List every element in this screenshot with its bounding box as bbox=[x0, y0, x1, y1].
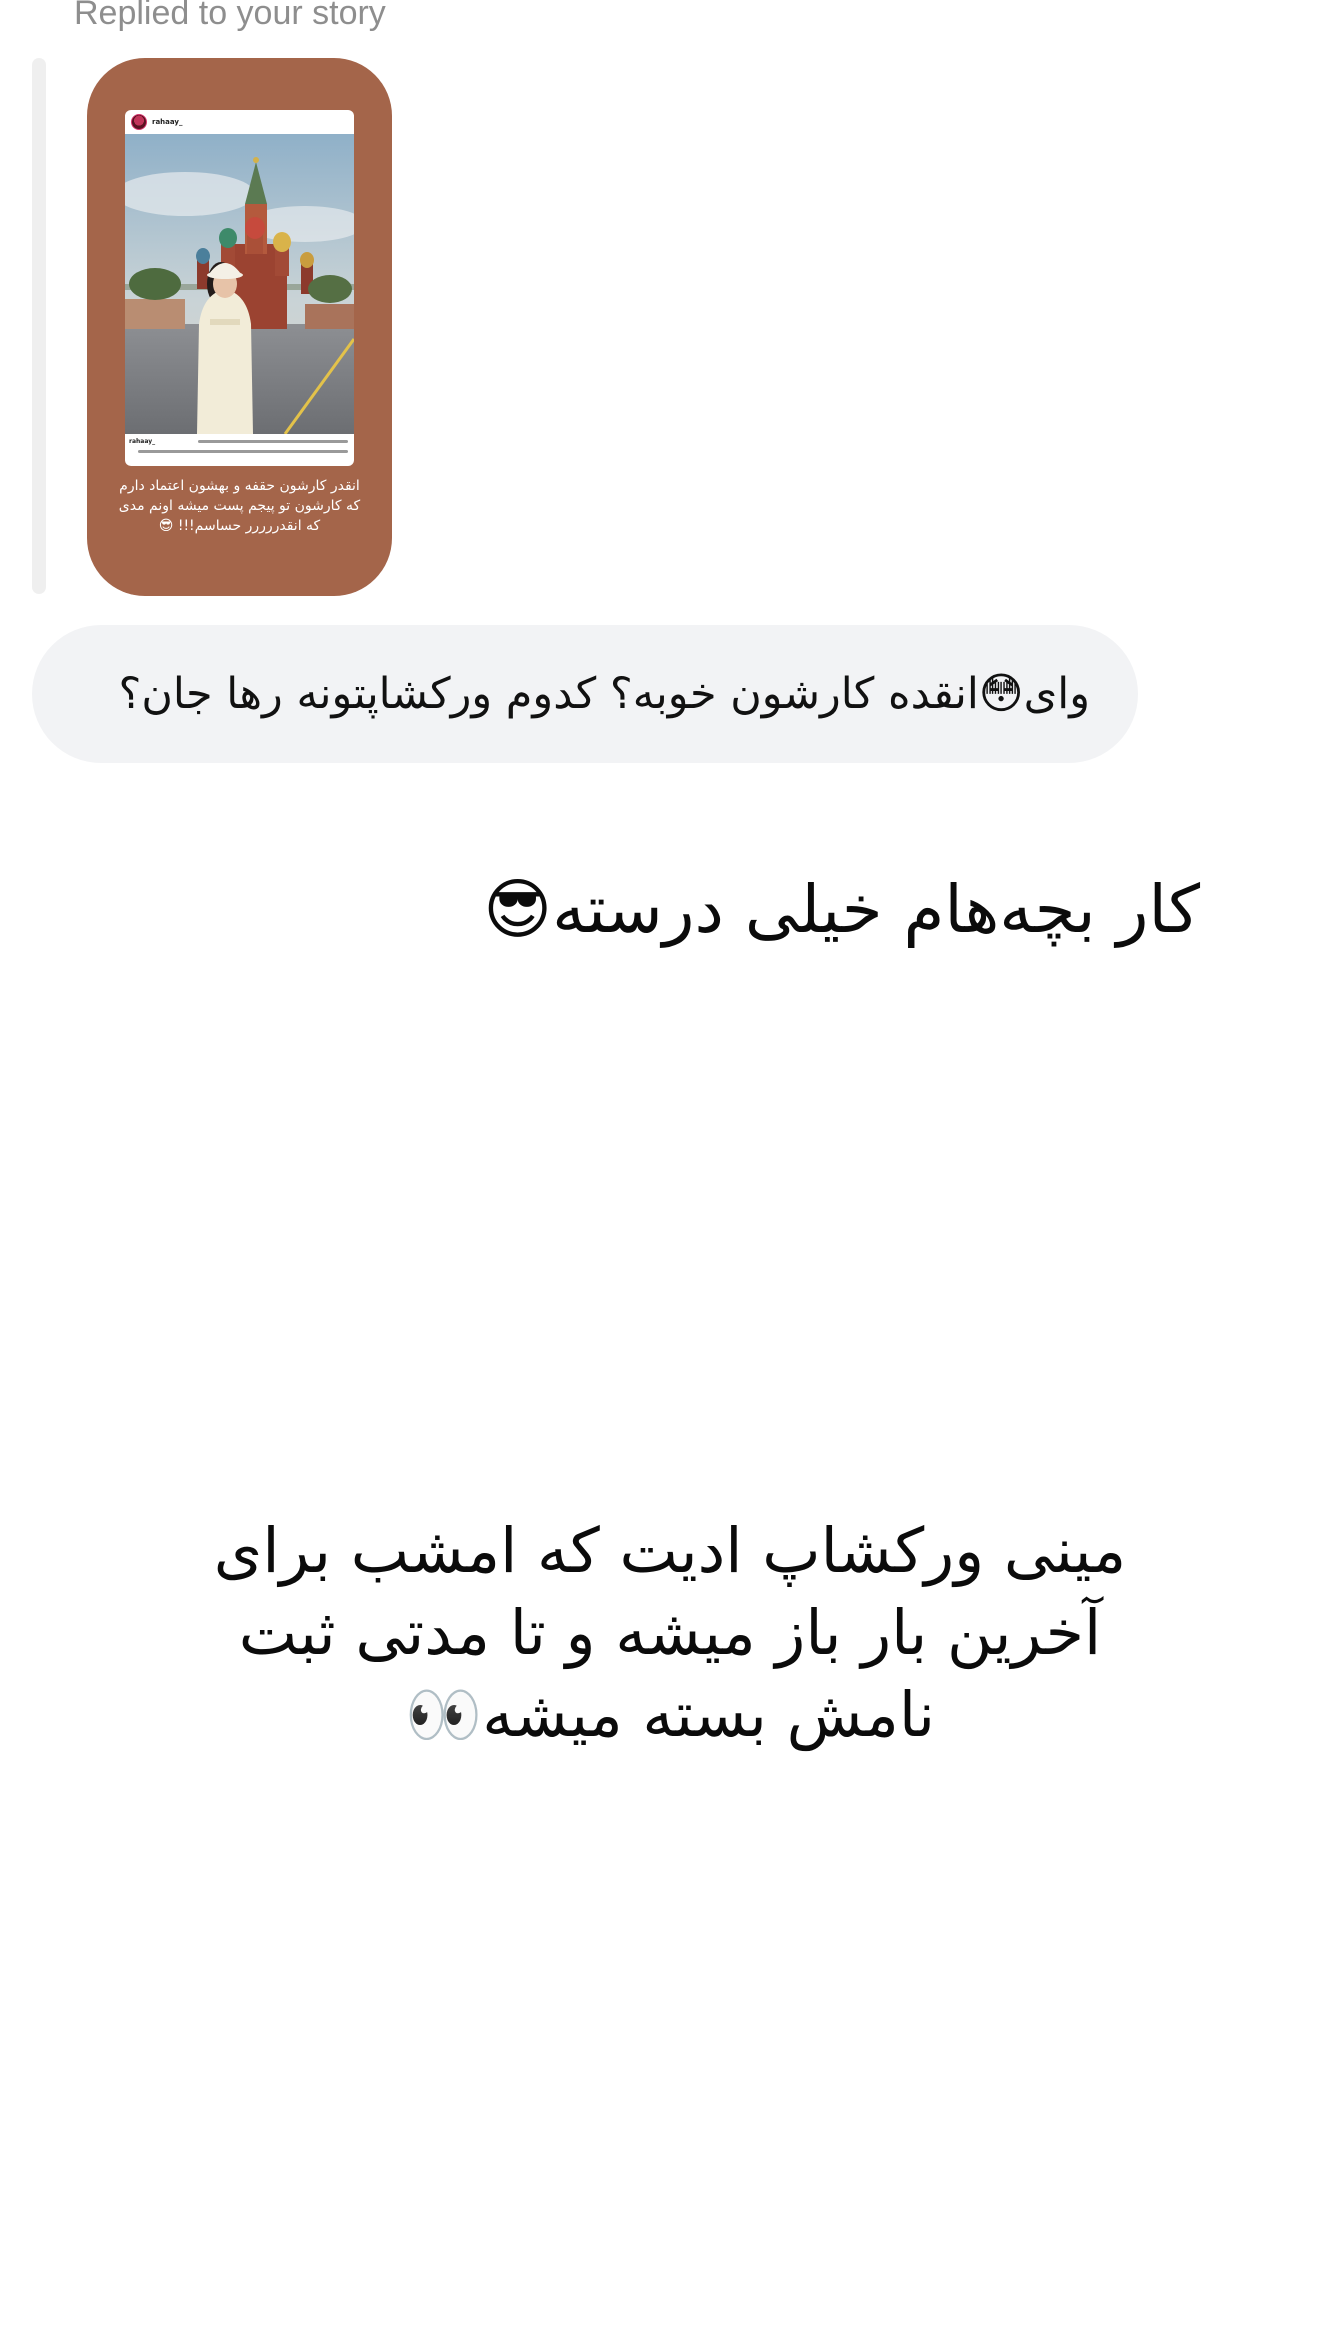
outgoing-message[interactable]: مینی ورکشاپ ادیت که امشب برای آخرین بار … bbox=[200, 1510, 1140, 1756]
shared-post-preview: rahaay_ rahaay_ bbox=[125, 110, 354, 466]
post-caption-line bbox=[138, 450, 348, 453]
post-username: rahaay_ bbox=[152, 118, 183, 126]
story-preview-card[interactable]: rahaay_ rahaay_ انقدر کارشون حقفه و بهشو… bbox=[87, 58, 392, 596]
post-header: rahaay_ bbox=[125, 110, 354, 134]
replied-to-story-label: Replied to your story bbox=[74, 0, 386, 32]
post-caption-line bbox=[198, 440, 348, 443]
post-caption-username: rahaay_ bbox=[129, 438, 156, 445]
incoming-message-text: وای😳انقده کارشون خوبه؟ کدوم ورکشاپتونه ر… bbox=[118, 669, 1090, 719]
incoming-message-bubble[interactable]: وای😳انقده کارشون خوبه؟ کدوم ورکشاپتونه ر… bbox=[32, 625, 1138, 763]
outgoing-message[interactable]: کار بچه‌هام خیلی درسته😎 bbox=[480, 862, 1200, 958]
reply-indicator-bar bbox=[32, 58, 46, 594]
post-photo bbox=[125, 134, 354, 434]
story-text: انقدر کارشون حقفه و بهشون اعتماد دارم که… bbox=[118, 478, 361, 534]
avatar bbox=[131, 114, 147, 130]
